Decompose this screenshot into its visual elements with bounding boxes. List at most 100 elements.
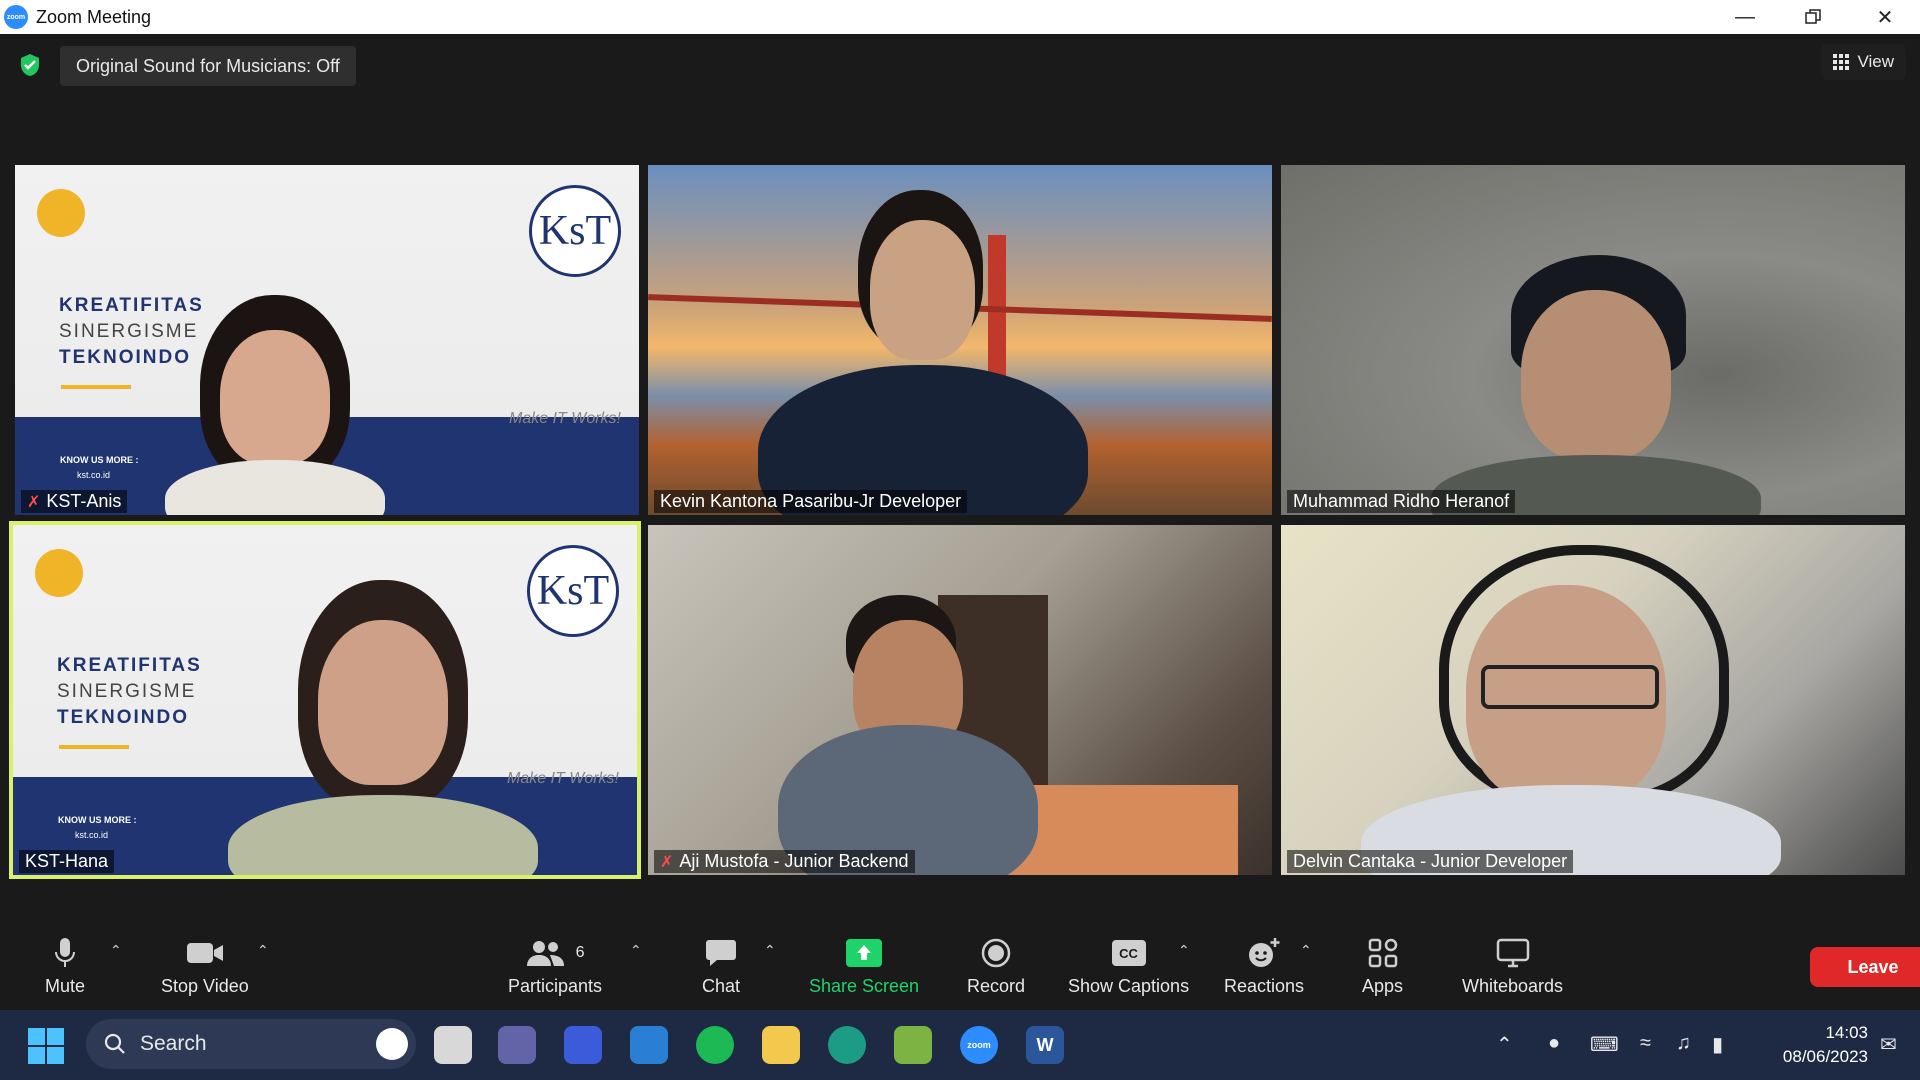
- clock-date: 08/06/2023: [1782, 1047, 1868, 1066]
- close-button[interactable]: ✕: [1850, 0, 1920, 34]
- edge-browser-icon[interactable]: [828, 1026, 866, 1064]
- kst-site: kst.co.id: [75, 830, 109, 840]
- notification-icon[interactable]: ✉: [1880, 1032, 1897, 1057]
- task-view-icon[interactable]: [434, 1026, 472, 1064]
- video-tile[interactable]: Delvin Cantaka - Junior Developer: [1281, 525, 1905, 875]
- participants-options-caret[interactable]: ⌃: [630, 942, 642, 959]
- teams-icon[interactable]: [498, 1026, 536, 1064]
- chevron-up-icon[interactable]: ⌃: [1496, 1032, 1513, 1057]
- shield-icon[interactable]: [16, 51, 44, 79]
- background-bed: [1008, 785, 1238, 875]
- video-tile[interactable]: Muhammad Ridho Heranof: [1281, 165, 1905, 515]
- taskbar-search[interactable]: Search: [86, 1019, 416, 1069]
- record-icon: [981, 936, 1011, 970]
- participant-face: [318, 620, 448, 785]
- mic-muted-icon: ✗: [660, 853, 674, 871]
- window-title: Zoom Meeting: [36, 6, 152, 27]
- video-tile[interactable]: Kevin Kantona Pasaribu-Jr Developer: [648, 165, 1272, 515]
- share-screen-icon: [846, 936, 883, 970]
- kst-line3: TEKNOINDO: [59, 347, 191, 368]
- apps-icon: [1368, 936, 1398, 970]
- video-options-caret[interactable]: ⌃: [257, 942, 269, 959]
- video-tile[interactable]: ✗ Aji Mustofa - Junior Backend: [648, 525, 1272, 875]
- kst-logo: KsT: [527, 545, 619, 637]
- mute-button[interactable]: Mute: [45, 936, 85, 997]
- whiteboard-icon: [1496, 936, 1530, 970]
- keyboard-icon[interactable]: ⌨: [1590, 1032, 1619, 1057]
- spotify-icon[interactable]: [696, 1026, 734, 1064]
- grid-view-icon: [1833, 54, 1850, 70]
- microphone-tray-icon[interactable]: ●: [1548, 1032, 1560, 1055]
- audio-options-caret[interactable]: ⌃: [110, 942, 122, 959]
- kst-line2: SINERGISME: [57, 681, 197, 702]
- participant-face: [220, 330, 330, 465]
- file-explorer-icon[interactable]: [762, 1026, 800, 1064]
- participant-name-label: ✗ KST-Anis: [21, 490, 128, 513]
- participant-name: Kevin Kantona Pasaribu-Jr Developer: [660, 491, 962, 511]
- original-sound-toggle[interactable]: Original Sound for Musicians: Off: [60, 46, 356, 86]
- kst-accent-bar: [61, 385, 131, 389]
- apps-button[interactable]: Apps: [1362, 936, 1403, 997]
- participant-name: Muhammad Ridho Heranof: [1293, 491, 1510, 511]
- zoom-taskbar-icon[interactable]: zoom: [960, 1026, 998, 1064]
- bing-icon[interactable]: [376, 1028, 408, 1060]
- chat-button[interactable]: Chat: [702, 936, 740, 997]
- reactions-options-caret[interactable]: ⌃: [1300, 942, 1312, 959]
- apps-label: Apps: [1362, 976, 1404, 996]
- participant-name: Delvin Cantaka - Junior Developer: [1293, 851, 1568, 871]
- participant-name-label: KST-Hana: [19, 850, 115, 873]
- word-icon[interactable]: W: [1026, 1026, 1064, 1064]
- record-button[interactable]: Record: [967, 936, 1025, 997]
- minimize-button[interactable]: —: [1710, 0, 1780, 34]
- reactions-button[interactable]: Reactions: [1224, 936, 1304, 997]
- kst-logo: KsT: [529, 185, 621, 277]
- whiteboards-label: Whiteboards: [1462, 976, 1564, 996]
- kst-line2: SINERGISME: [59, 321, 199, 342]
- participants-count: 6: [575, 944, 585, 961]
- participant-glasses: [1481, 665, 1659, 709]
- windows-start-icon[interactable]: [28, 1028, 64, 1069]
- view-button[interactable]: View: [1821, 44, 1906, 80]
- closed-captions-icon: CC: [1111, 936, 1146, 970]
- participant-face: [870, 220, 975, 360]
- kst-accent-bar: [59, 745, 129, 749]
- video-tile[interactable]: KsT KREATIFITAS SINERGISME TEKNOINDO Mak…: [15, 165, 639, 515]
- share-screen-button[interactable]: Share Screen: [809, 936, 919, 997]
- view-label: View: [1857, 52, 1894, 71]
- record-label: Record: [967, 976, 1026, 996]
- kst-know-us: KNOW US MORE :: [60, 455, 139, 465]
- participant-name-label: Muhammad Ridho Heranof: [1287, 490, 1516, 513]
- participants-label: Participants: [508, 976, 603, 996]
- volume-icon[interactable]: ♫: [1676, 1032, 1691, 1055]
- kst-know-us: KNOW US MORE :: [58, 815, 137, 825]
- title-bar: zoom Zoom Meeting — ✕: [0, 0, 1920, 34]
- chat-options-caret[interactable]: ⌃: [764, 942, 776, 959]
- participant-face: [1521, 290, 1671, 460]
- whiteboards-button[interactable]: Whiteboards: [1462, 936, 1563, 997]
- leave-button[interactable]: Leave: [1810, 947, 1920, 987]
- system-clock[interactable]: 14:03 08/06/2023: [1783, 1021, 1868, 1069]
- participants-button[interactable]: 6 Participants: [508, 936, 602, 997]
- show-captions-button[interactable]: CC Show Captions: [1068, 936, 1189, 997]
- cc-badge: CC: [1111, 940, 1146, 966]
- participant-name-label: Kevin Kantona Pasaribu-Jr Developer: [654, 490, 968, 513]
- share-screen-label: Share Screen: [809, 976, 920, 996]
- participants-icon: 6: [526, 936, 585, 970]
- video-tile-active-speaker[interactable]: KsT KREATIFITAS SINERGISME TEKNOINDO Mak…: [9, 521, 641, 879]
- search-placeholder: Search: [140, 1032, 207, 1055]
- android-studio-icon[interactable]: [894, 1026, 932, 1064]
- restore-button[interactable]: [1778, 0, 1848, 34]
- wifi-icon[interactable]: ≈: [1640, 1032, 1651, 1055]
- captions-options-caret[interactable]: ⌃: [1178, 942, 1190, 959]
- chat-label: Chat: [702, 976, 741, 996]
- stop-video-button[interactable]: Stop Video: [161, 936, 249, 997]
- kst-tagline-block: KREATIFITAS SINERGISME TEKNOINDO: [57, 653, 202, 731]
- battery-icon[interactable]: ▮: [1712, 1032, 1723, 1057]
- reactions-label: Reactions: [1224, 976, 1305, 996]
- app-launcher-icon[interactable]: [564, 1026, 602, 1064]
- meeting-area: Original Sound for Musicians: Off View K…: [0, 34, 1920, 1007]
- mail-icon[interactable]: [630, 1026, 668, 1064]
- search-icon: [104, 1033, 125, 1054]
- stop-video-label: Stop Video: [161, 976, 249, 996]
- video-camera-icon: [186, 936, 224, 970]
